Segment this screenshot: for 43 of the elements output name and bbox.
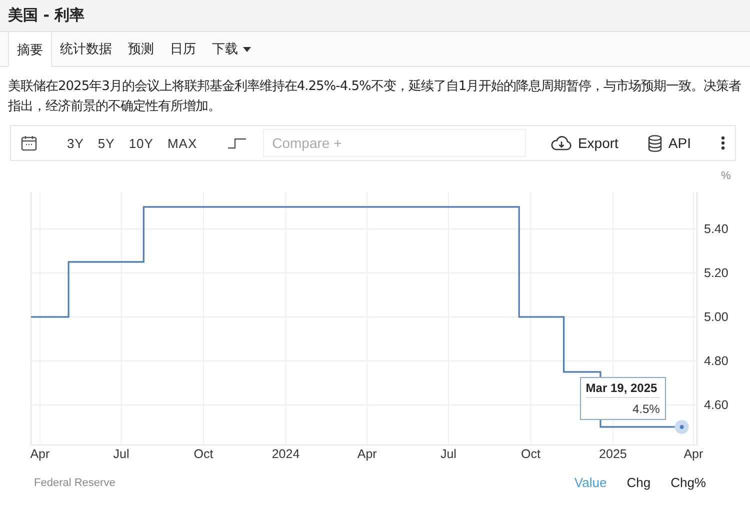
calendar-icon bbox=[21, 135, 37, 151]
x-axis-label: Jul bbox=[440, 447, 456, 461]
unit-label: % bbox=[721, 170, 731, 182]
x-axis-label: Apr bbox=[357, 447, 377, 461]
database-icon bbox=[648, 134, 662, 152]
range-button[interactable]: 10Y bbox=[122, 134, 160, 152]
source-label: Federal Reserve bbox=[34, 476, 116, 488]
x-axis-label: Jul bbox=[113, 447, 130, 461]
page-title: 美国 - 利率 bbox=[8, 6, 85, 25]
range-button[interactable]: MAX bbox=[161, 134, 204, 152]
calendar-button[interactable] bbox=[19, 133, 39, 153]
tooltip-value: 4.5% bbox=[631, 400, 660, 416]
x-axis-label: 2025 bbox=[599, 447, 627, 461]
y-axis-label: 4.60 bbox=[704, 398, 728, 412]
kebab-menu-icon bbox=[721, 136, 725, 150]
range-button[interactable]: 3Y bbox=[61, 134, 90, 152]
y-axis-label: 5.20 bbox=[704, 266, 728, 280]
step-line-icon bbox=[227, 137, 248, 149]
more-button[interactable] bbox=[719, 134, 727, 152]
x-axis-label: Oct bbox=[194, 447, 214, 461]
x-axis-label: Oct bbox=[521, 447, 540, 461]
cloud-download-icon bbox=[550, 135, 572, 151]
tab[interactable]: 预测 bbox=[120, 32, 162, 66]
compare-field[interactable]: Compare + bbox=[263, 129, 526, 157]
tooltip-date: Mar 19, 2025 bbox=[586, 380, 660, 398]
tab[interactable]: 下载 bbox=[204, 32, 259, 66]
tab[interactable]: 摘要 bbox=[8, 32, 52, 67]
export-button[interactable]: Export bbox=[544, 134, 624, 152]
mode-button[interactable]: Chg% bbox=[666, 473, 710, 492]
api-button[interactable]: API bbox=[642, 134, 697, 152]
range-button[interactable]: 5Y bbox=[92, 134, 121, 152]
mode-button[interactable]: Chg bbox=[622, 473, 655, 492]
x-axis-label: 2024 bbox=[272, 447, 300, 461]
y-axis-label: 4.80 bbox=[704, 354, 728, 368]
y-axis-label: 5.00 bbox=[704, 310, 728, 324]
tab[interactable]: 日历 bbox=[162, 32, 204, 66]
point-marker bbox=[674, 420, 689, 434]
caret-icon bbox=[243, 46, 251, 52]
summary-paragraph: 美联储在2025年3月的会议上将联邦基金利率维持在4.25%-4.5%不变，延续了自1月开始的降息周期暂停，与市场预期一致。决策者指出，经济前景的不确定性有所增加。 bbox=[8, 78, 742, 116]
y-axis-label: 5.40 bbox=[704, 222, 728, 236]
x-axis-label: Apr bbox=[30, 447, 50, 461]
tab[interactable]: 统计数据 bbox=[52, 32, 120, 66]
x-axis-label: Apr bbox=[684, 447, 704, 461]
